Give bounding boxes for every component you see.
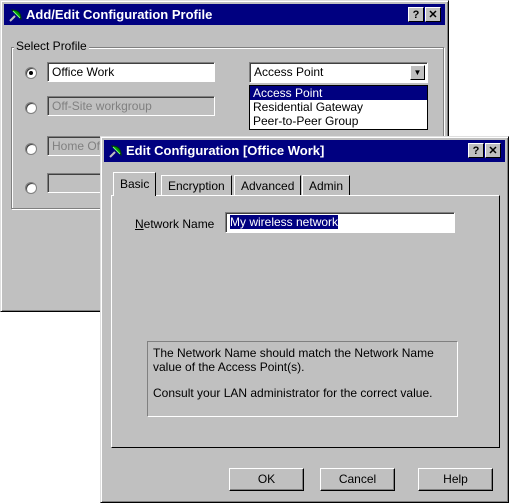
network-name-input[interactable]: My wireless network bbox=[225, 212, 455, 233]
mode-option-peer-to-peer[interactable]: Peer-to-Peer Group bbox=[250, 114, 427, 128]
mode-select-value: Access Point bbox=[254, 65, 324, 79]
network-name-label: Network Name bbox=[135, 217, 215, 231]
satellite-dish-icon bbox=[109, 145, 122, 158]
info-text-line2: Consult your LAN administrator for the c… bbox=[153, 386, 433, 400]
info-text-line1: The Network Name should match the Networ… bbox=[153, 346, 434, 374]
profile-radio-empty[interactable] bbox=[25, 182, 37, 194]
tab-admin[interactable]: Admin bbox=[302, 175, 351, 195]
tab-basic[interactable]: Basic bbox=[113, 172, 157, 196]
profile-radio-home[interactable] bbox=[25, 143, 37, 155]
network-name-value: My wireless network bbox=[230, 215, 339, 229]
profile-name-off-site: Off-Site workgroup bbox=[47, 96, 215, 116]
help-title-button[interactable]: ? bbox=[468, 143, 484, 158]
edit-window: Edit Configuration [Office Work] ? ✕ Bas… bbox=[100, 136, 509, 503]
edit-window-title: Edit Configuration [Office Work] bbox=[126, 143, 325, 158]
network-name-info-box: The Network Name should match the Networ… bbox=[147, 341, 458, 417]
help-button[interactable]: Help bbox=[418, 468, 493, 491]
profile-radio-office-work[interactable] bbox=[25, 67, 37, 79]
close-icon: ✕ bbox=[428, 9, 438, 21]
mode-option-access-point[interactable]: Access Point bbox=[250, 86, 427, 100]
profile-name-office-work[interactable]: Office Work bbox=[47, 62, 215, 82]
edit-window-titlebar[interactable]: Edit Configuration [Office Work] ? ✕ bbox=[104, 140, 505, 162]
mode-option-residential-gateway[interactable]: Residential Gateway bbox=[250, 100, 427, 114]
chevron-down-icon[interactable]: ▼ bbox=[410, 65, 425, 80]
mode-dropdown-list[interactable]: Access Point Residential Gateway Peer-to… bbox=[249, 85, 428, 130]
tab-encryption[interactable]: Encryption bbox=[161, 175, 232, 195]
profile-window-titlebar[interactable]: Add/Edit Configuration Profile ? ✕ bbox=[4, 4, 445, 25]
close-title-button[interactable]: ✕ bbox=[485, 143, 501, 158]
select-profile-label: Select Profile bbox=[14, 39, 89, 53]
help-title-button[interactable]: ? bbox=[408, 7, 424, 22]
satellite-dish-icon bbox=[9, 9, 22, 22]
close-icon: ✕ bbox=[488, 145, 498, 157]
ok-button[interactable]: OK bbox=[229, 468, 304, 491]
profile-window-title: Add/Edit Configuration Profile bbox=[26, 7, 213, 22]
mode-select[interactable]: Access Point ▼ bbox=[249, 62, 428, 83]
tab-advanced[interactable]: Advanced bbox=[234, 175, 302, 195]
cancel-button[interactable]: Cancel bbox=[320, 468, 395, 491]
profile-radio-off-site[interactable] bbox=[25, 102, 37, 114]
close-title-button[interactable]: ✕ bbox=[425, 7, 441, 22]
